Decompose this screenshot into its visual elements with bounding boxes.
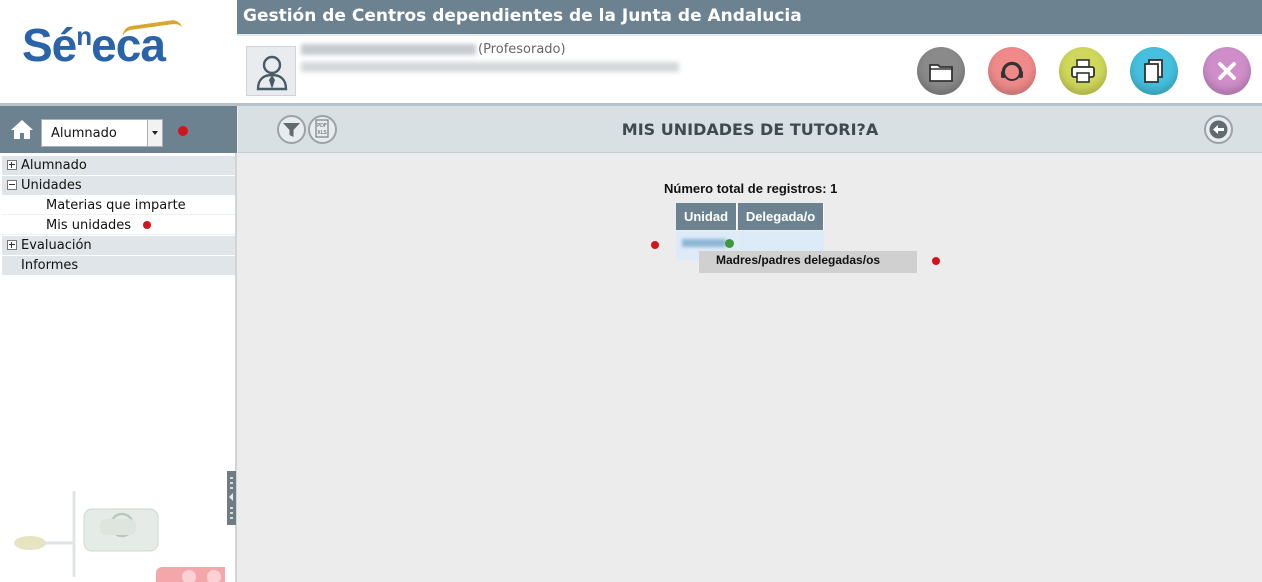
expand-icon[interactable] <box>7 160 17 170</box>
page-title: MIS UNIDADES DE TUTORI?A <box>621 120 879 139</box>
seneca-logo: Séneca <box>0 0 237 104</box>
chevron-down-icon[interactable] <box>147 120 162 146</box>
sidebar-item-alumnado[interactable]: Alumnado <box>2 156 235 175</box>
sidebar-toolbar: Alumnado <box>0 106 237 153</box>
sidebar-splitter-handle[interactable] <box>227 471 236 525</box>
support-headset-icon[interactable] <box>988 47 1036 95</box>
sidebar-item-label: Alumnado <box>21 158 87 173</box>
home-icon[interactable] <box>10 118 34 140</box>
decorative-illustration <box>0 491 225 582</box>
profile-select[interactable]: Alumnado <box>41 119 163 147</box>
sidebar-item-informes[interactable]: Informes <box>2 256 235 275</box>
print-icon[interactable] <box>1059 47 1107 95</box>
sidebar-item-label: Informes <box>21 258 79 273</box>
tooltip: Madres/padres delegadas/os <box>699 251 917 273</box>
user-name-redacted <box>301 44 476 55</box>
sidebar-menu: Alumnado Unidades Materias que imparte M… <box>2 156 235 276</box>
copy-icon[interactable] <box>1130 47 1178 95</box>
marker-dot <box>651 241 659 249</box>
sidebar-item-unidades[interactable]: Unidades <box>2 176 235 195</box>
user-name: (Profesorado) <box>301 42 566 57</box>
expand-icon[interactable] <box>7 240 17 250</box>
column-header-unidad[interactable]: Unidad <box>676 203 737 230</box>
add-icon[interactable] <box>725 239 734 248</box>
column-header-delegado[interactable]: Delegada/o <box>738 203 824 230</box>
sidebar-item-label: Materias que imparte <box>46 198 186 213</box>
sidebar-item-label: Evaluación <box>21 238 92 253</box>
sidebar-item-mis-unidades[interactable]: Mis unidades <box>2 216 235 235</box>
sidebar-item-materias[interactable]: Materias que imparte <box>2 196 235 215</box>
folder-icon[interactable] <box>917 47 965 95</box>
close-icon[interactable] <box>1203 47 1251 95</box>
page-header-bar: PDF XLS MIS UNIDADES DE TUTORI?A <box>238 106 1262 153</box>
user-center-redacted <box>301 62 679 72</box>
back-arrow-icon[interactable] <box>1204 115 1233 144</box>
sidebar: Alumnado Alumnado Unidades Materias que … <box>0 106 237 582</box>
user-role: (Profesorado) <box>478 42 566 57</box>
sidebar-item-label: Unidades <box>21 178 82 193</box>
app-title: Gestión de Centros dependientes de la Ju… <box>243 6 802 26</box>
marker-dot <box>143 221 151 229</box>
collapse-icon[interactable] <box>7 180 17 190</box>
record-count: Número total de registros: 1 <box>664 181 838 196</box>
marker-dot <box>932 257 940 265</box>
profile-select-value: Alumnado <box>51 126 117 141</box>
marker-dot <box>178 126 188 136</box>
sidebar-item-evaluacion[interactable]: Evaluación <box>2 236 235 255</box>
user-bar: (Profesorado) <box>237 34 1262 104</box>
unit-link[interactable] <box>682 239 726 247</box>
sidebar-item-label: Mis unidades <box>46 218 132 233</box>
user-avatar-icon <box>246 46 296 96</box>
app-title-bar: Gestión de Centros dependientes de la Ju… <box>237 0 1262 34</box>
